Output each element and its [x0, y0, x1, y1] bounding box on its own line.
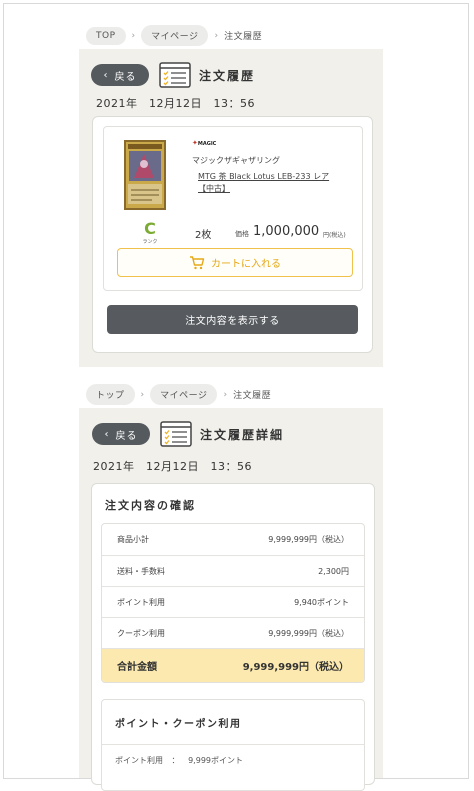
price-tax-note: 円(税込)	[323, 232, 346, 239]
order-confirm-card: 注文内容の確認 商品小計 9,999,999円（税込） 送料・手数料 2,300…	[91, 483, 375, 791]
add-to-cart-button[interactable]: カートに入れる	[117, 248, 353, 277]
price-value: 1,000,000	[253, 224, 320, 239]
breadcrumb-top[interactable]: トップ	[86, 384, 135, 405]
add-to-cart-label: カートに入れる	[211, 259, 281, 270]
breadcrumb-current: 注文履歴	[233, 391, 272, 401]
chevron-left-icon: ‹	[103, 69, 109, 81]
row-label: 送料・手数料	[117, 566, 165, 576]
row-value: 9,999,999円（税込）	[268, 535, 349, 544]
quantity: 2枚	[195, 230, 212, 241]
order-list-icon	[159, 62, 191, 88]
row-points: ポイント利用 9,940ポイント	[102, 586, 364, 617]
row-value: 9,940ポイント	[294, 597, 349, 607]
row-coupon: クーポン利用 9,999,999円（税込）	[102, 617, 364, 648]
chevron-right-icon: ›	[214, 30, 219, 41]
breadcrumb-mypage[interactable]: マイページ	[141, 25, 209, 46]
item-name-line2: 【中古】	[198, 184, 230, 193]
points-coupon-title: ポイント・クーポン利用	[115, 719, 242, 730]
chevron-right-icon: ›	[131, 30, 136, 41]
breadcrumb-top[interactable]: TOP	[86, 26, 126, 45]
points-usage-label: ポイント利用	[115, 756, 163, 765]
card-image[interactable]	[124, 140, 166, 210]
total-value: 9,999,999円（税込）	[242, 662, 349, 673]
chevron-right-icon: ›	[140, 389, 145, 400]
page-title: 注文履歴	[199, 69, 256, 83]
amount-table: 商品小計 9,999,999円（税込） 送料・手数料 2,300円 ポイント利用…	[101, 523, 365, 683]
rank-caption: ランク	[142, 239, 158, 245]
back-button[interactable]: ‹ 戻る	[92, 423, 150, 445]
shop-name: マジックザギャザリング	[192, 156, 280, 165]
order-card: ✦MAGIC マジックザギャザリング MTG 茶 Black Lotus LEB…	[92, 116, 373, 353]
order-date: 2021年 12月12日 13：56	[96, 97, 255, 110]
divider	[102, 744, 364, 745]
cart-icon	[190, 255, 205, 269]
row-total: 合計金額 9,999,999円（税込）	[102, 648, 364, 682]
item-name-link[interactable]: MTG 茶 Black Lotus LEB-233 レア 【中古】	[198, 171, 329, 195]
confirm-title: 注文内容の確認	[105, 499, 196, 512]
row-value: 2,300円	[318, 566, 349, 576]
page-title: 注文履歴詳細	[200, 428, 285, 442]
price-label: 価格	[235, 230, 249, 238]
back-button[interactable]: ‹ 戻る	[91, 64, 149, 86]
back-button-label: 戻る	[115, 430, 138, 442]
show-order-details-label: 注文内容を表示する	[185, 316, 280, 327]
row-value: 9,999,999円（税込）	[268, 628, 349, 638]
row-label: クーポン利用	[117, 628, 165, 638]
show-order-details-button[interactable]: 注文内容を表示する	[107, 305, 358, 334]
breadcrumb-current: 注文履歴	[224, 32, 263, 42]
order-history-section: ‹ 戻る 注文履歴 2021年 12月12日 13：56 ✦MAGIC マジック…	[79, 49, 383, 367]
row-subtotal: 商品小計 9,999,999円（税込）	[102, 524, 364, 555]
total-label: 合計金額	[117, 662, 157, 673]
points-coupon-box: ポイント・クーポン利用 ポイント利用 ： 9,999ポイント	[101, 699, 365, 791]
chevron-right-icon: ›	[223, 389, 228, 400]
points-usage-row: ポイント利用 ： 9,999ポイント	[115, 755, 243, 766]
breadcrumb-mypage[interactable]: マイページ	[150, 384, 218, 405]
order-item: ✦MAGIC マジックザギャザリング MTG 茶 Black Lotus LEB…	[103, 126, 363, 291]
brand-logo: ✦MAGIC	[192, 139, 217, 147]
chevron-left-icon: ‹	[104, 428, 110, 440]
breadcrumb: トップ › マイページ › 注文履歴	[86, 384, 271, 405]
order-date: 2021年 12月12日 13：56	[93, 460, 252, 473]
row-label: 商品小計	[117, 535, 149, 544]
order-detail-section: ‹ 戻る 注文履歴詳細 2021年 12月12日 13：56 注文内容の確認 商…	[79, 408, 383, 791]
brand-name: MAGIC	[197, 141, 217, 147]
rank-badge: C	[144, 219, 156, 238]
item-name-line1: MTG 茶 Black Lotus LEB-233 レア	[198, 172, 330, 181]
points-usage-sep: ：	[171, 756, 180, 765]
row-shipping: 送料・手数料 2,300円	[102, 555, 364, 586]
points-usage-value: 9,999ポイント	[188, 756, 243, 765]
row-label: ポイント利用	[117, 597, 165, 607]
order-list-icon	[160, 421, 192, 447]
back-button-label: 戻る	[114, 71, 137, 83]
breadcrumb: TOP › マイページ › 注文履歴	[86, 25, 262, 46]
